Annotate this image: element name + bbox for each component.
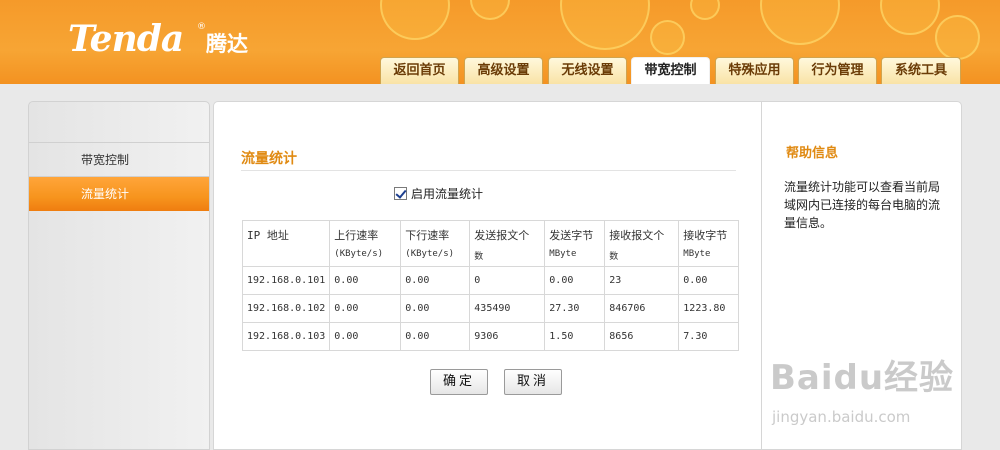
cell-sent-packets: 435490 bbox=[469, 294, 546, 323]
tab-advanced[interactable]: 高级设置 bbox=[464, 57, 543, 84]
cell-received-packets: 23 bbox=[604, 266, 680, 295]
watermark-main-text: Baidu经验 bbox=[770, 358, 955, 398]
table-row: 192.168.0.103 0.00 0.00 9306 1.50 8656 7… bbox=[241, 322, 740, 351]
tab-wireless[interactable]: 无线设置 bbox=[548, 57, 627, 84]
table-row: 192.168.0.102 0.00 0.00 435490 27.30 846… bbox=[241, 294, 740, 323]
header-sub-text: 数 bbox=[474, 252, 484, 262]
cell-ip: 192.168.0.103 bbox=[241, 322, 331, 351]
page-title: 流量统计 bbox=[241, 151, 297, 167]
header-main-text: IP 地址 bbox=[247, 229, 289, 242]
cell-upload-rate: 0.00 bbox=[329, 294, 402, 323]
column-header-received-packets: 接收报文个数 bbox=[604, 220, 680, 267]
main-panel: 流量统计 启用流量统计 IP 地址 上行速率 (KByte/s) 下行速率 (KBy… bbox=[213, 101, 761, 450]
cell-sent-packets: 9306 bbox=[469, 322, 546, 351]
header-main-text: 上行速率 bbox=[334, 229, 379, 242]
column-header-sent-bytes: 发送字节 MByte bbox=[544, 220, 606, 267]
header-main-text: 接收字节 bbox=[683, 229, 728, 242]
cell-sent-bytes: 0.00 bbox=[544, 266, 606, 295]
cell-sent-bytes: 27.30 bbox=[544, 294, 606, 323]
cell-upload-rate: 0.00 bbox=[329, 322, 402, 351]
cancel-button[interactable]: 取消 bbox=[504, 369, 562, 395]
decor-bubble bbox=[470, 0, 510, 20]
decor-bubble bbox=[935, 15, 980, 60]
header-sub-text: (KByte/s) bbox=[405, 249, 455, 259]
title-divider bbox=[241, 170, 736, 171]
sidebar: 带宽控制 流量统计 bbox=[28, 101, 210, 450]
column-header-received-bytes: 接收字节 MByte bbox=[678, 220, 740, 267]
tab-bandwidth[interactable]: 带宽控制 bbox=[631, 57, 710, 84]
table-header-row: IP 地址 上行速率 (KByte/s) 下行速率 (KByte/s) 发送报文个数… bbox=[241, 220, 740, 267]
cell-sent-packets: 0 bbox=[469, 266, 546, 295]
decor-bubble bbox=[690, 0, 720, 20]
header-sub-text: (KByte/s) bbox=[334, 249, 384, 259]
watermark-url-text: jingyan.baidu.com bbox=[772, 408, 911, 426]
brand-logo-cn: 腾达 bbox=[206, 32, 248, 56]
cell-download-rate: 0.00 bbox=[400, 294, 471, 323]
header-main-text: 下行速率 bbox=[405, 229, 450, 242]
cell-download-rate: 0.00 bbox=[400, 266, 471, 295]
brand-logo: Tenda bbox=[68, 18, 184, 60]
cell-ip: 192.168.0.101 bbox=[241, 266, 331, 295]
cell-ip: 192.168.0.102 bbox=[241, 294, 331, 323]
cell-received-bytes: 1223.80 bbox=[678, 294, 740, 323]
header-main-text: 接收报文个 bbox=[609, 229, 665, 242]
header-sub-text: MByte bbox=[549, 249, 577, 259]
help-title: 帮助信息 bbox=[786, 146, 839, 161]
tab-special-apps[interactable]: 特殊应用 bbox=[715, 57, 794, 84]
cell-received-packets: 846706 bbox=[604, 294, 680, 323]
tab-home[interactable]: 返回首页 bbox=[380, 57, 459, 84]
tab-behavior[interactable]: 行为管理 bbox=[798, 57, 877, 84]
cell-received-packets: 8656 bbox=[604, 322, 680, 351]
help-text: 流量统计功能可以查看当前局域网内已连接的每台电脑的流量信息。 bbox=[784, 180, 941, 230]
cell-received-bytes: 7.30 bbox=[678, 322, 740, 351]
header-main-text: 发送报文个 bbox=[474, 229, 530, 242]
registered-mark: ® bbox=[197, 22, 206, 32]
cell-upload-rate: 0.00 bbox=[329, 266, 402, 295]
header-main-text: 发送字节 bbox=[549, 229, 594, 242]
sidebar-item-traffic-stats[interactable]: 流量统计 bbox=[29, 177, 209, 211]
sidebar-item-bandwidth-control[interactable]: 带宽控制 bbox=[29, 143, 209, 177]
enable-stats-checkbox[interactable] bbox=[394, 187, 407, 200]
tab-system-tools[interactable]: 系统工具 bbox=[881, 57, 961, 84]
table-row: 192.168.0.101 0.00 0.00 0 0.00 23 0.00 bbox=[241, 266, 740, 295]
cell-sent-bytes: 1.50 bbox=[544, 322, 606, 351]
header-sub-text: 数 bbox=[609, 252, 619, 262]
ok-button[interactable]: 确定 bbox=[430, 369, 488, 395]
column-header-sent-packets: 发送报文个数 bbox=[469, 220, 546, 267]
enable-stats-row: 启用流量统计 bbox=[394, 185, 483, 202]
decor-bubble bbox=[380, 0, 450, 40]
column-header-download-rate: 下行速率 (KByte/s) bbox=[400, 220, 471, 267]
cell-download-rate: 0.00 bbox=[400, 322, 471, 351]
header-sub-text: MByte bbox=[683, 249, 711, 259]
decor-bubble bbox=[760, 0, 840, 45]
header-banner: Tenda ® 腾达 返回首页 高级设置 无线设置 带宽控制 特殊应用 行为管理… bbox=[0, 0, 1000, 84]
column-header-upload-rate: 上行速率 (KByte/s) bbox=[329, 220, 402, 267]
enable-stats-label: 启用流量统计 bbox=[411, 187, 484, 201]
baidu-watermark: Baidu经验 jingyan.baidu.com bbox=[770, 350, 990, 440]
cell-received-bytes: 0.00 bbox=[678, 266, 740, 295]
decor-bubble bbox=[650, 20, 685, 55]
decor-bubble bbox=[880, 0, 940, 35]
traffic-stats-table: IP 地址 上行速率 (KByte/s) 下行速率 (KByte/s) 发送报文个数… bbox=[241, 220, 740, 351]
decor-bubble bbox=[560, 0, 650, 50]
column-header-ip: IP 地址 bbox=[241, 220, 331, 267]
